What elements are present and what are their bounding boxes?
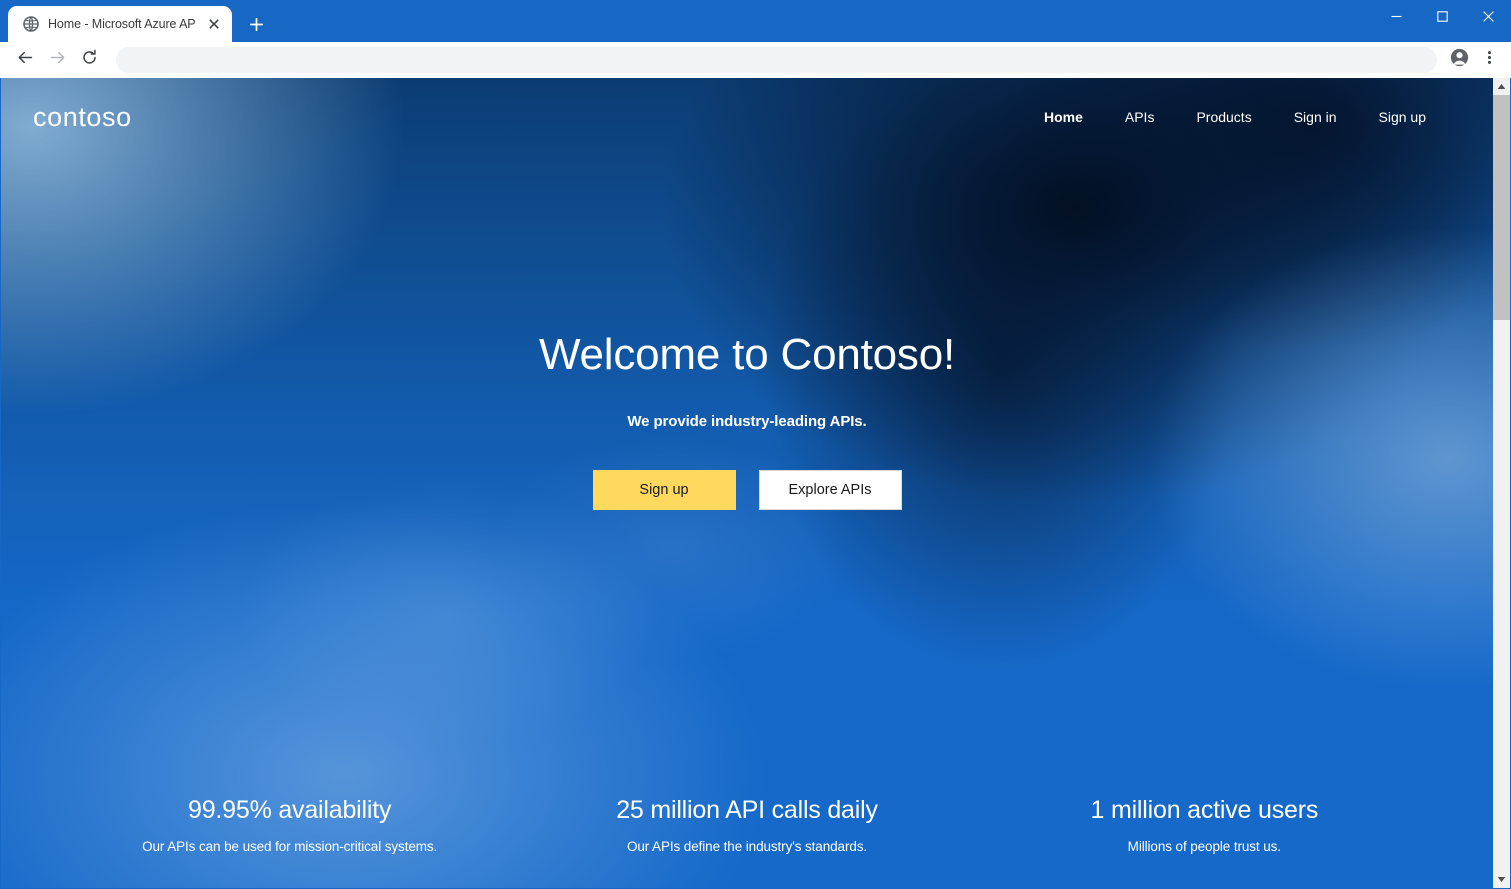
sign-up-button[interactable]: Sign up — [592, 470, 736, 511]
tab-title: Home - Microsoft Azure API Man — [48, 17, 195, 31]
hero-section: Welcome to Contoso! We provide industry-… — [1, 156, 1493, 511]
reload-icon — [81, 49, 98, 71]
tab-close-icon[interactable] — [204, 14, 224, 34]
maximize-button[interactable] — [1419, 0, 1465, 32]
browser-tab[interactable]: Home - Microsoft Azure API Man — [8, 6, 232, 42]
stat-api-calls: 25 million API calls daily Our APIs defi… — [518, 795, 975, 854]
globe-icon — [22, 16, 39, 33]
toolbar-right-group — [1445, 46, 1503, 74]
reload-button[interactable] — [74, 45, 104, 75]
new-tab-button[interactable] — [242, 10, 270, 38]
explore-apis-button[interactable]: Explore APIs — [758, 470, 902, 511]
back-arrow-icon — [17, 49, 34, 71]
stat-description: Millions of people trust us. — [1127, 839, 1281, 854]
stat-availability: 99.95% availability Our APIs can be used… — [61, 795, 518, 854]
main-navigation: Home APIs Products Sign in Sign up — [1023, 101, 1447, 133]
developer-portal-page: contoso Home APIs Products Sign in Sign … — [1, 78, 1493, 888]
forward-arrow-icon — [49, 49, 66, 71]
stat-value: 99.95% availability — [188, 796, 392, 824]
scroll-down-arrow-icon[interactable] — [1493, 871, 1510, 888]
page-scrollbar[interactable] — [1493, 78, 1510, 888]
browser-titlebar: Home - Microsoft Azure API Man — [0, 0, 1511, 42]
window-controls — [1373, 0, 1511, 32]
site-header: contoso Home APIs Products Sign in Sign … — [1, 78, 1493, 156]
nav-item-apis[interactable]: APIs — [1104, 101, 1176, 133]
nav-item-signin[interactable]: Sign in — [1273, 101, 1358, 133]
stat-active-users: 1 million active users Millions of peopl… — [976, 795, 1433, 854]
stat-value: 1 million active users — [1090, 796, 1319, 824]
browser-toolbar — [0, 42, 1511, 78]
nav-item-signup[interactable]: Sign up — [1358, 101, 1447, 133]
brand-logo[interactable]: contoso — [33, 103, 132, 131]
three-dot-menu-icon — [1482, 50, 1497, 70]
hero-actions: Sign up Explore APIs — [1, 470, 1493, 511]
hero-title: Welcome to Contoso! — [538, 330, 956, 379]
scrollbar-track[interactable] — [1493, 95, 1510, 871]
nav-item-products[interactable]: Products — [1175, 101, 1272, 133]
nav-item-home[interactable]: Home — [1023, 101, 1104, 133]
hero-subtitle: We provide industry-leading APIs. — [627, 413, 867, 431]
browser-window: Home - Microsoft Azure API Man — [0, 0, 1511, 889]
back-button[interactable] — [10, 45, 40, 75]
scroll-up-arrow-icon[interactable] — [1493, 78, 1510, 95]
stat-value: 25 million API calls daily — [616, 796, 878, 824]
stat-description: Our APIs define the industry's standards… — [626, 839, 868, 854]
scrollbar-thumb[interactable] — [1493, 95, 1510, 321]
profile-button[interactable] — [1445, 46, 1473, 74]
account-avatar-icon — [1450, 48, 1469, 72]
browser-viewport: contoso Home APIs Products Sign in Sign … — [0, 78, 1511, 889]
page-content: contoso Home APIs Products Sign in Sign … — [1, 78, 1493, 888]
browser-menu-button[interactable] — [1475, 46, 1503, 74]
stat-description: Our APIs can be used for mission-critica… — [142, 839, 438, 854]
window-close-button[interactable] — [1465, 0, 1511, 32]
forward-button[interactable] — [42, 45, 72, 75]
address-bar[interactable] — [116, 46, 1437, 73]
stats-section: 99.95% availability Our APIs can be used… — [1, 795, 1493, 854]
minimize-button[interactable] — [1373, 0, 1419, 32]
